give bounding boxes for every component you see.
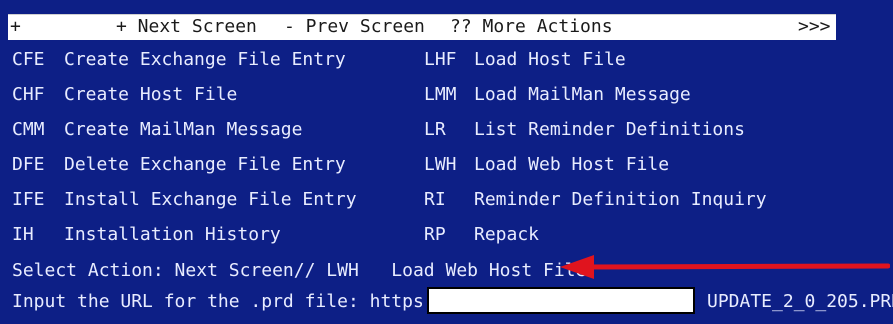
action-label: Install Exchange File Entry xyxy=(64,189,357,210)
action-row: CFE Create Exchange File Entry LHF Load … xyxy=(0,46,893,76)
action-label: Repack xyxy=(474,224,540,245)
action-row: CHF Create Host File LMM Load MailMan Me… xyxy=(0,81,893,111)
action-code[interactable]: IH xyxy=(12,226,34,244)
action-code[interactable]: IFE xyxy=(12,191,45,209)
action-code[interactable]: LR xyxy=(424,121,446,139)
prev-screen-action[interactable]: - Prev Screen xyxy=(284,18,425,36)
next-screen-action[interactable]: + Next Screen xyxy=(116,18,257,36)
action-row: CMM Create MailMan Message LR List Remin… xyxy=(0,116,893,146)
action-code[interactable]: CHF xyxy=(12,86,45,104)
action-code[interactable]: RI xyxy=(424,191,446,209)
action-label: Create Exchange File Entry xyxy=(64,49,346,70)
action-code[interactable]: RP xyxy=(424,226,446,244)
action-label: Delete Exchange File Entry xyxy=(64,154,346,175)
action-row: IFE Install Exchange File Entry RI Remin… xyxy=(0,186,893,216)
action-code[interactable]: CMM xyxy=(12,121,45,139)
action-label: Create Host File xyxy=(64,84,238,105)
action-label: Load MailMan Message xyxy=(474,84,691,105)
terminal-screen: + + Next Screen - Prev Screen ?? More Ac… xyxy=(0,0,893,324)
red-arrow-annotation xyxy=(560,255,890,279)
url-input-field-redacted[interactable] xyxy=(427,287,695,314)
action-row: DFE Delete Exchange File Entry LWH Load … xyxy=(0,151,893,181)
action-code[interactable]: DFE xyxy=(12,156,45,174)
select-action-prompt: Select Action: Next Screen// LWH Load We… xyxy=(12,260,587,281)
action-row: IH Installation History RP Repack xyxy=(0,221,893,251)
action-code[interactable]: CFE xyxy=(12,51,45,69)
url-input-filename: UPDATE_2_0_205.PRD xyxy=(707,291,893,312)
menu-bar-plus-mark: + xyxy=(10,16,21,37)
action-code[interactable]: LHF xyxy=(424,51,457,69)
action-label: Load Host File xyxy=(474,49,626,70)
action-label: Create MailMan Message xyxy=(64,119,303,140)
action-code[interactable]: LMM xyxy=(424,86,457,104)
action-label: List Reminder Definitions xyxy=(474,119,745,140)
action-menu-bar: + + Next Screen - Prev Screen ?? More Ac… xyxy=(8,14,836,40)
url-input-label: Input the URL for the .prd file: https:/ xyxy=(12,291,446,312)
action-label: Reminder Definition Inquiry xyxy=(474,189,767,210)
more-indicator: >>> xyxy=(798,16,831,37)
more-actions-action[interactable]: ?? More Actions xyxy=(450,18,613,36)
action-code[interactable]: LWH xyxy=(424,156,457,174)
action-label: Load Web Host File xyxy=(474,154,670,175)
action-label: Installation History xyxy=(64,224,281,245)
